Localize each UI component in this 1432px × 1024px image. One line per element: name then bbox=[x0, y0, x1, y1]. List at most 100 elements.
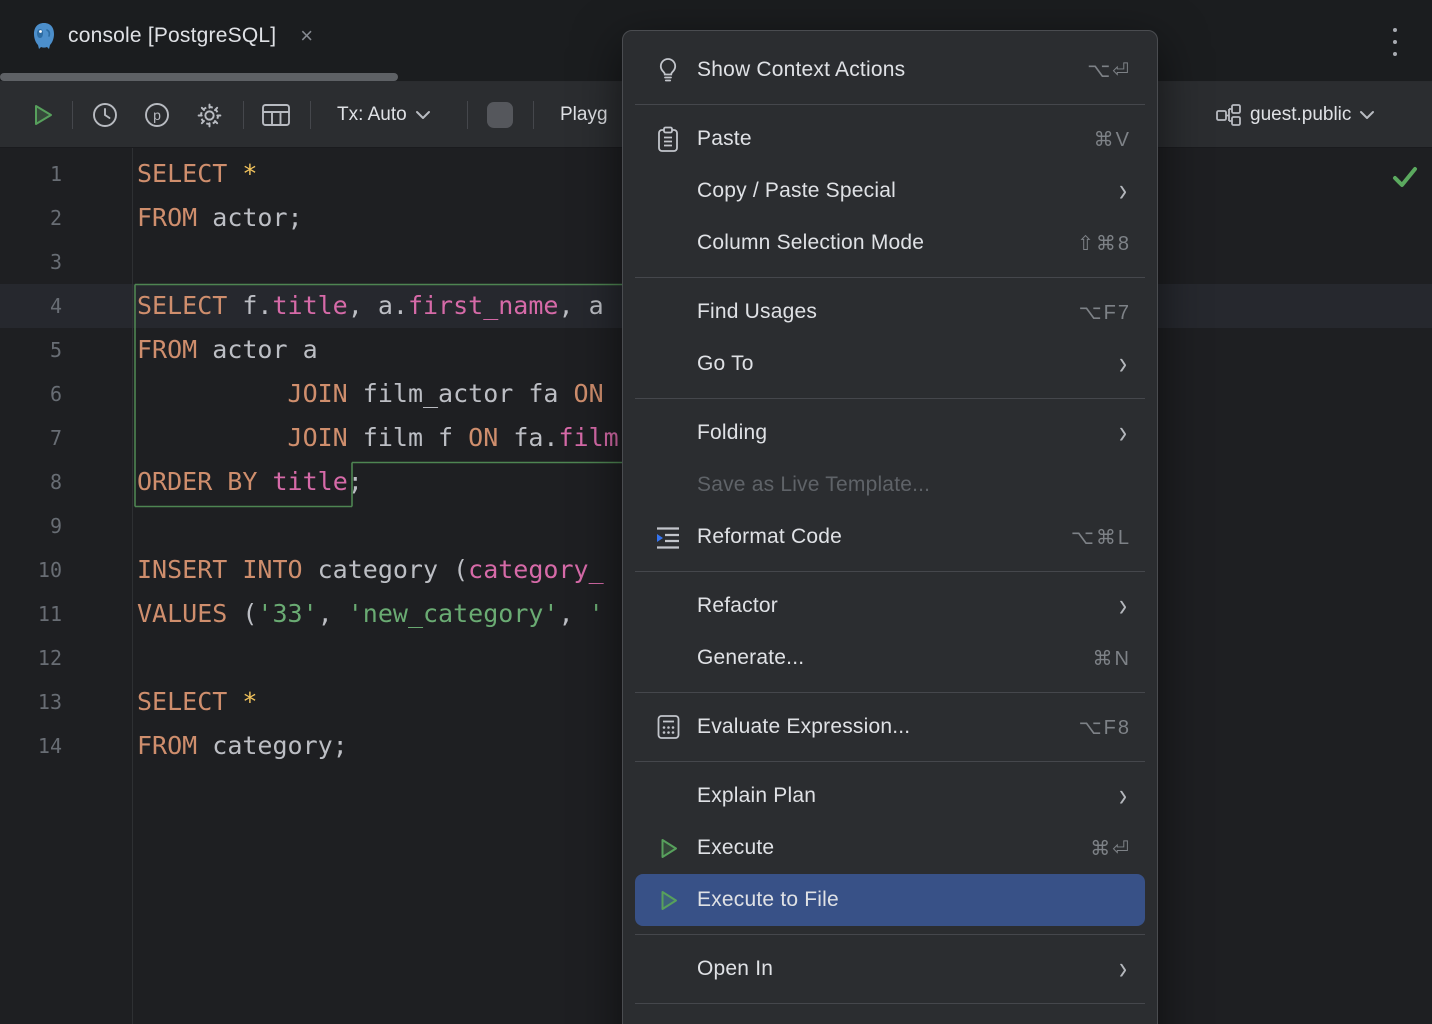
gutter-line-number[interactable]: 8 bbox=[2, 460, 62, 504]
code-line-4[interactable]: SELECT f.title, a.first_name, a bbox=[137, 284, 604, 328]
code-token: ORDER BY bbox=[137, 467, 257, 496]
gutter-line-number[interactable]: 10 bbox=[2, 548, 62, 592]
query-history-button[interactable] bbox=[91, 82, 119, 148]
code-line-13[interactable]: SELECT * bbox=[137, 680, 257, 724]
gutter-line-number[interactable]: 4 bbox=[2, 284, 62, 328]
code-token: category; bbox=[197, 731, 348, 760]
code-token bbox=[257, 467, 272, 496]
menu-item-label: Generate... bbox=[697, 646, 804, 670]
schema-selector[interactable]: guest.public bbox=[1215, 82, 1375, 148]
menu-item-label: Show Context Actions bbox=[697, 58, 905, 82]
gutter-line-number[interactable]: 13 bbox=[2, 680, 62, 724]
code-token bbox=[137, 379, 288, 408]
code-token: fa. bbox=[498, 423, 558, 452]
kebab-menu-icon[interactable] bbox=[1386, 28, 1404, 56]
code-line-10[interactable]: INSERT INTO category (category_ bbox=[137, 548, 604, 592]
gutter-line-number[interactable]: 11 bbox=[2, 592, 62, 636]
menu-item-label: Column Selection Mode bbox=[697, 231, 924, 255]
app-window: console [PostgreSQL] × p bbox=[0, 0, 1432, 1024]
menu-item-label: Explain Plan bbox=[697, 784, 816, 808]
lightbulb-icon bbox=[655, 57, 681, 83]
calculator-icon bbox=[655, 714, 681, 740]
code-token: , bbox=[318, 599, 348, 628]
menu-item-label: Find Usages bbox=[697, 300, 817, 324]
menu-separator bbox=[635, 104, 1145, 105]
code-token: , a bbox=[558, 291, 603, 320]
menu-item-column-selection-mode[interactable]: Column Selection Mode ⇧⌘8 bbox=[635, 217, 1145, 269]
menu-item-execute-to-file[interactable]: Execute to File bbox=[635, 874, 1145, 926]
menu-separator bbox=[635, 1003, 1145, 1004]
code-token: 'new_category' bbox=[348, 599, 559, 628]
code-line-1[interactable]: SELECT * bbox=[137, 152, 257, 196]
code-line-5[interactable]: FROM actor a bbox=[137, 328, 318, 372]
menu-item-copy-paste-special[interactable]: Copy / Paste Special› bbox=[635, 165, 1145, 217]
stop-square-icon bbox=[487, 102, 513, 128]
menu-item-execute[interactable]: Execute ⌘⏎ bbox=[635, 822, 1145, 874]
gutter-line-number[interactable]: 2 bbox=[2, 196, 62, 240]
code-token: * bbox=[242, 159, 257, 188]
gutter-line-number[interactable]: 14 bbox=[2, 724, 62, 768]
code-token: ; bbox=[348, 467, 363, 496]
gear-icon bbox=[195, 101, 224, 130]
gutter-line-number[interactable]: 5 bbox=[2, 328, 62, 372]
code-line-2[interactable]: FROM actor; bbox=[137, 196, 303, 240]
menu-item-label: Reformat Code bbox=[697, 525, 842, 549]
parameter-p-icon: p bbox=[143, 101, 171, 129]
gutter-line-number[interactable]: 12 bbox=[2, 636, 62, 680]
tab-console-postgresql[interactable]: console [PostgreSQL] × bbox=[0, 0, 313, 72]
toolbar-divider bbox=[310, 101, 311, 129]
menu-item-reformat-code[interactable]: Reformat Code⌥⌘L bbox=[635, 511, 1145, 563]
menu-item-show-context-actions[interactable]: Show Context Actions⌥⏎ bbox=[635, 44, 1145, 96]
table-grid-icon bbox=[261, 102, 291, 128]
view-parameters-button[interactable]: p bbox=[143, 82, 171, 148]
menu-separator bbox=[635, 277, 1145, 278]
menu-item-label: Execute bbox=[697, 836, 774, 860]
menu-item-shortcut: ⌘⏎ bbox=[1090, 836, 1131, 861]
inspection-ok-check-icon[interactable] bbox=[1391, 164, 1419, 190]
table-view-button[interactable] bbox=[261, 82, 291, 148]
gutter-line-number[interactable]: 3 bbox=[2, 240, 62, 284]
menu-item-shortcut: ⇧⌘8 bbox=[1077, 231, 1131, 256]
chevron-down-icon bbox=[1359, 110, 1375, 120]
submenu-arrow-icon: › bbox=[1119, 780, 1127, 812]
code-line-8[interactable]: ORDER BY title; bbox=[137, 460, 363, 504]
code-token: category_ bbox=[468, 555, 603, 584]
clipboard-icon bbox=[655, 126, 681, 152]
code-token: SELECT bbox=[137, 291, 227, 320]
menu-item-paste[interactable]: Paste⌘V bbox=[635, 113, 1145, 165]
toolbar-divider bbox=[243, 101, 244, 129]
tab-scrollbar-thumb[interactable] bbox=[0, 73, 398, 81]
gutter-line-number[interactable]: 7 bbox=[2, 416, 62, 460]
menu-item-folding[interactable]: Folding› bbox=[635, 407, 1145, 459]
gutter-line-number[interactable]: 6 bbox=[2, 372, 62, 416]
code-line-11[interactable]: VALUES ('33', 'new_category', ' bbox=[137, 592, 604, 636]
code-line-7[interactable]: JOIN film f ON fa.film bbox=[137, 416, 619, 460]
menu-item-generate[interactable]: Generate...⌘N bbox=[635, 632, 1145, 684]
code-token: f. bbox=[227, 291, 272, 320]
gutter-line-number[interactable]: 1 bbox=[2, 152, 62, 196]
run-button[interactable] bbox=[28, 82, 56, 148]
code-token: actor; bbox=[197, 203, 302, 232]
stop-button[interactable] bbox=[487, 82, 513, 148]
submenu-arrow-icon: › bbox=[1119, 590, 1127, 622]
menu-item-refactor[interactable]: Refactor › bbox=[635, 580, 1145, 632]
menu-item-go-to[interactable]: Go To› bbox=[635, 338, 1145, 390]
menu-item-explain-plan[interactable]: Explain Plan › bbox=[635, 770, 1145, 822]
code-line-6[interactable]: JOIN film_actor fa ON bbox=[137, 372, 619, 416]
gutter-line-number[interactable]: 9 bbox=[2, 504, 62, 548]
menu-item-find-usages[interactable]: Find Usages⌥F7 bbox=[635, 286, 1145, 338]
svg-text:p: p bbox=[153, 107, 161, 123]
code-token: , bbox=[558, 599, 588, 628]
menu-item-evaluate-expression[interactable]: Evaluate Expression...⌥F8 bbox=[635, 701, 1145, 753]
tab-close-icon[interactable]: × bbox=[300, 25, 313, 47]
code-token bbox=[137, 423, 288, 452]
menu-item-open-in[interactable]: Open In› bbox=[635, 943, 1145, 995]
tab-title: console [PostgreSQL] bbox=[68, 24, 276, 48]
menu-item-label: Refactor bbox=[697, 594, 778, 618]
code-line-14[interactable]: FROM category; bbox=[137, 724, 348, 768]
menu-item-label: Save as Live Template... bbox=[697, 473, 930, 497]
code-token: film f bbox=[348, 423, 468, 452]
settings-button[interactable] bbox=[195, 82, 224, 148]
tx-mode-selector[interactable]: Tx: Auto bbox=[337, 82, 431, 148]
code-token: INSERT INTO bbox=[137, 555, 303, 584]
